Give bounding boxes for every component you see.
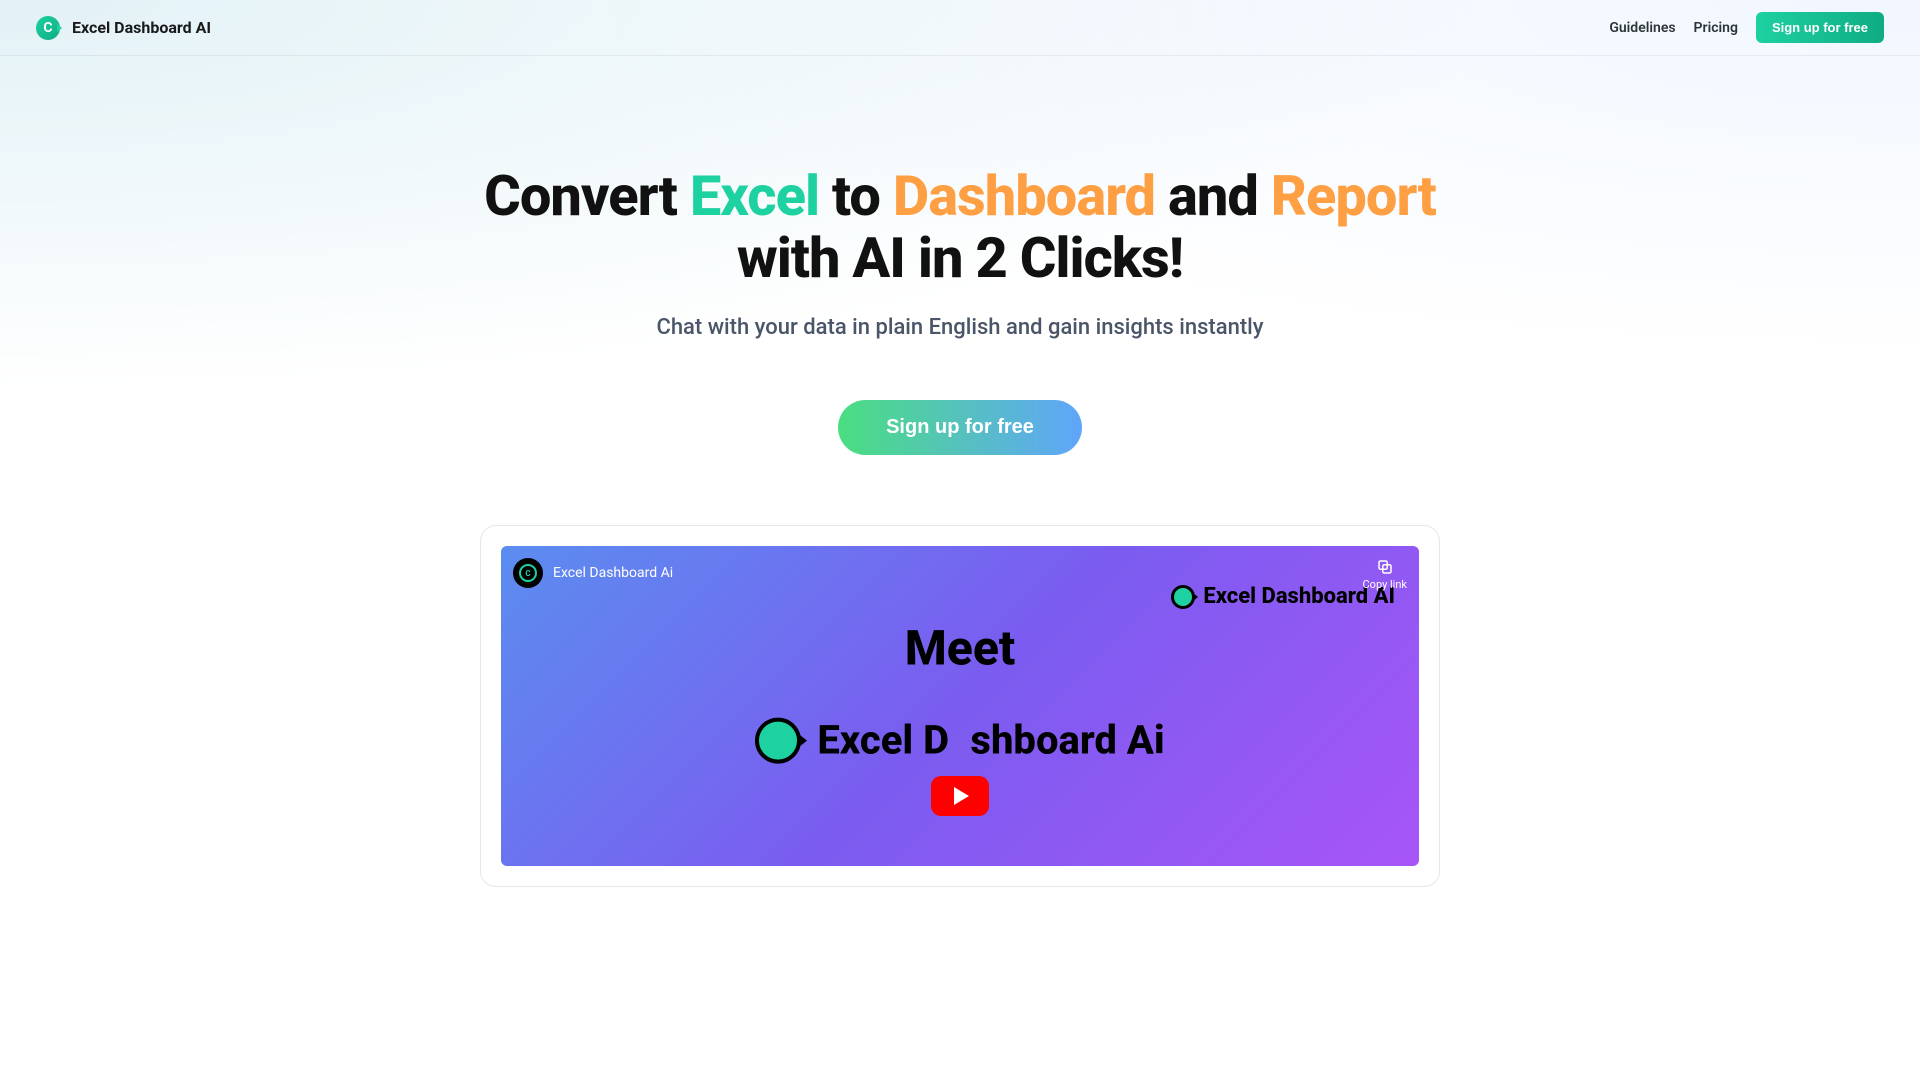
copy-icon — [1376, 558, 1394, 576]
video-product-icon — [755, 717, 801, 763]
title-and: and — [1155, 163, 1271, 229]
nav: Guidelines Pricing Sign up for free — [1609, 12, 1884, 43]
play-button[interactable] — [931, 776, 989, 816]
play-icon — [954, 787, 969, 805]
nav-guidelines[interactable]: Guidelines — [1609, 20, 1675, 36]
nav-signup-button[interactable]: Sign up for free — [1756, 12, 1884, 43]
hero: Convert Excel to Dashboard and Report wi… — [0, 56, 1920, 455]
header: C Excel Dashboard AI Guidelines Pricing … — [0, 0, 1920, 56]
product-text-p1: Excel D — [817, 717, 949, 764]
video-product-line: Excel Dashboard Ai — [501, 717, 1419, 764]
video-title-group[interactable]: C Excel Dashboard Ai — [513, 558, 673, 588]
title-to: to — [819, 163, 893, 229]
video-channel-avatar: C — [513, 558, 543, 588]
title-convert: Convert — [484, 163, 690, 229]
title-dashboard: Dashboard — [893, 163, 1155, 229]
brand[interactable]: C Excel Dashboard AI — [36, 16, 211, 40]
copy-link-label: Copy link — [1363, 578, 1407, 591]
video-top-bar: C Excel Dashboard Ai Copy link — [513, 558, 1407, 591]
video-card: C Excel Dashboard Ai Copy link Excel Das… — [480, 525, 1440, 887]
video-channel-icon: C — [519, 564, 537, 582]
video-title: Excel Dashboard Ai — [553, 565, 673, 581]
title-excel: Excel — [690, 163, 819, 229]
hero-title: Convert Excel to Dashboard and Report wi… — [0, 166, 1920, 289]
copy-link-button[interactable]: Copy link — [1363, 558, 1407, 591]
video-frame[interactable]: C Excel Dashboard Ai Copy link Excel Das… — [501, 546, 1419, 866]
hero-subtitle: Chat with your data in plain English and… — [0, 315, 1920, 340]
product-text-p2: shboard Ai — [970, 717, 1164, 764]
title-line2: with AI in 2 Clicks! — [737, 225, 1183, 291]
hero-signup-button[interactable]: Sign up for free — [838, 400, 1082, 455]
video-content: Meet Excel Dashboard Ai — [501, 620, 1419, 764]
title-report: Report — [1271, 163, 1436, 229]
logo-icon: C — [36, 16, 60, 40]
video-meet-text: Meet — [501, 620, 1419, 677]
brand-name: Excel Dashboard AI — [72, 18, 211, 37]
nav-pricing[interactable]: Pricing — [1694, 20, 1738, 36]
video-product-text: Excel Dashboard Ai — [817, 717, 1164, 764]
